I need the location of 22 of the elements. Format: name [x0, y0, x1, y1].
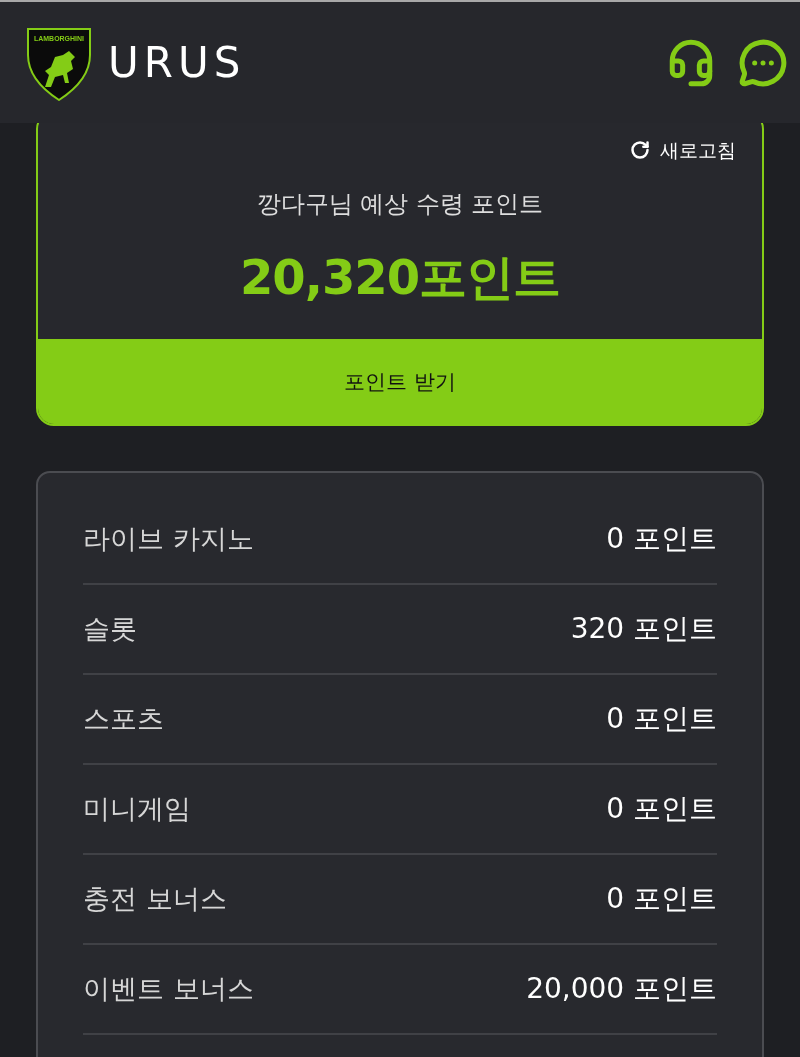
category-points: 20,000 포인트: [526, 971, 717, 1007]
refresh-icon: [630, 140, 650, 160]
category-points: 0 포인트: [606, 521, 717, 557]
category-label: 스포츠: [83, 702, 164, 736]
claim-points-button[interactable]: 포인트 받기: [38, 339, 762, 424]
category-label: 라이브 카지노: [83, 522, 254, 556]
refresh-label: 새로고침: [660, 138, 736, 163]
brand-title: URUS: [108, 41, 246, 84]
shield-logo-icon: [27, 27, 91, 101]
category-points: 320 포인트: [570, 611, 717, 647]
category-label: 미니게임: [83, 792, 191, 826]
chat-button[interactable]: [738, 37, 788, 88]
category-points: 0 포인트: [606, 881, 717, 917]
category-points: 0 포인트: [606, 791, 717, 827]
category-points: 0 포인트: [606, 701, 717, 737]
refresh-button[interactable]: 새로고침: [630, 137, 736, 163]
category-label: 충전 보너스: [83, 882, 227, 916]
category-label: 슬롯: [83, 612, 137, 646]
points-title: 깡다구님 예상 수령 포인트: [256, 189, 544, 219]
category-label: 이벤트 보너스: [83, 972, 254, 1006]
points-amount: 20,320포인트: [239, 249, 561, 305]
chat-bubble-icon: [738, 37, 788, 88]
